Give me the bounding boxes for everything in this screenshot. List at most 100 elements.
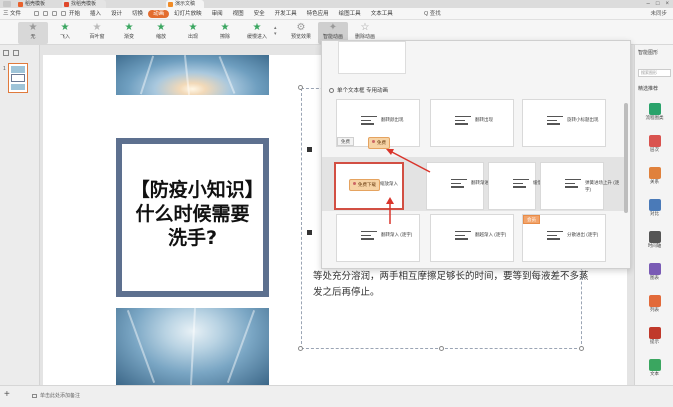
animation-effect-button-6[interactable]: ★ 擦除 <box>210 22 240 44</box>
slide-thumbnail-panel: 1 <box>0 45 40 385</box>
save-icon[interactable] <box>34 11 39 16</box>
graphic-category-icon <box>648 359 661 371</box>
text-preview-icon <box>361 231 377 243</box>
menu-item-9[interactable]: 开发工具 <box>270 10 302 18</box>
graphic-category-1[interactable]: 层次 <box>638 135 671 153</box>
text-preview-icon <box>565 179 581 191</box>
panel-scrollbar[interactable] <box>624 103 628 213</box>
animation-card-1[interactable]: 翻转出现 <box>430 99 514 147</box>
text-anchor[interactable] <box>307 230 312 235</box>
tab-documents[interactable]: 找稻壳模板 <box>62 0 106 8</box>
animation-card-title: 分散进出 (逐字) <box>567 232 599 237</box>
ice-image-top[interactable] <box>116 55 269 95</box>
graphic-category-3[interactable]: 对比 <box>638 199 671 217</box>
smart-animation-panel: 单个文本框 专用动画 翻转颜出现免费 翻转出现 旋转小标题出现缩放渐入 翻转渐进入缓慢… <box>321 40 631 269</box>
animation-card-7[interactable]: 翻转渐入 (逐字) <box>336 214 420 262</box>
graphic-category-2[interactable]: 关系 <box>638 167 671 185</box>
preview-effect-button[interactable]: ⚙ 预览效果 <box>286 22 316 44</box>
menu-item-10[interactable]: 特色应用 <box>302 10 334 18</box>
animation-effect-button-5[interactable]: ★ 出现 <box>178 22 208 44</box>
gallery-scroll-arrows[interactable]: ▴ ▾ <box>274 25 280 37</box>
text-preview-icon <box>547 116 563 128</box>
animation-card-5[interactable]: 缓慢上升 <box>488 162 551 210</box>
graphic-category-6[interactable]: 列表 <box>638 295 671 313</box>
tab-templates[interactable]: 稻壳模板 <box>16 0 58 8</box>
graphic-category-icon <box>648 199 661 211</box>
text-preview-icon <box>455 116 471 128</box>
menu-item-6[interactable]: 审阅 <box>207 10 228 18</box>
status-bar: + 单击此处添加备注 <box>0 385 673 407</box>
animation-effect-button-0[interactable]: ★ 无 <box>18 22 48 44</box>
recommend-label: 精选推荐 <box>638 86 659 92</box>
animation-effect-button-2[interactable]: ★ 百叶窗 <box>82 22 112 44</box>
notes-placeholder[interactable]: 单击此处添加备注 <box>32 392 80 399</box>
print-icon[interactable] <box>43 11 48 16</box>
outline-view-icon[interactable] <box>13 50 19 56</box>
graphic-category-icon <box>648 231 661 243</box>
graphic-category-icon <box>648 103 661 115</box>
slide-thumbnail[interactable] <box>8 63 28 93</box>
slide-body-text[interactable]: 等处充分溶润，两手相互摩擦足够长的时间，要等到每液差不多蒸发之后再停止。 <box>313 269 593 301</box>
animation-effect-button-7[interactable]: ★ 缓慢进入 <box>242 22 272 44</box>
animation-effect-button-1[interactable]: ★ 飞入 <box>50 22 80 44</box>
graphic-search-input[interactable]: 搜索图形 <box>638 69 671 77</box>
sync-status[interactable]: 未同步 <box>650 10 667 18</box>
text-anchor[interactable] <box>307 147 312 152</box>
menu-item-0[interactable]: 开始 <box>64 10 85 18</box>
animation-card-8[interactable]: 翻越渐入 (逐字) <box>430 214 514 262</box>
graphic-category-5[interactable]: 图表 <box>638 263 671 281</box>
quick-access-toolbar <box>34 11 66 16</box>
graphic-category-7[interactable]: 提示 <box>638 327 671 345</box>
graphic-category-0[interactable]: 流程图类 <box>638 103 671 121</box>
resize-handle[interactable] <box>298 346 303 351</box>
crown-icon <box>372 140 375 143</box>
menu-item-4[interactable]: 动画 <box>148 10 170 18</box>
menu-item-11[interactable]: 绘图工具 <box>334 10 366 18</box>
animation-effect-button-4[interactable]: ★ 缩放 <box>146 22 176 44</box>
presentation-icon <box>168 2 173 7</box>
star-icon: ★ <box>92 22 102 33</box>
thumbnail-view-icon[interactable] <box>3 50 9 56</box>
animation-card-9[interactable]: 分散进出 (逐字) 会员 <box>522 214 606 262</box>
animation-effect-button-3[interactable]: ★ 渐变 <box>114 22 144 44</box>
close-icon[interactable]: × <box>665 0 669 8</box>
document-icon <box>64 2 69 7</box>
menu-item-2[interactable]: 设计 <box>106 10 127 18</box>
section-title: 单个文本框 专用动画 <box>329 87 388 95</box>
delete-animation-icon: ☆ <box>360 22 370 33</box>
animation-card-6[interactable]: 弹簧进场上升 (逐字) <box>540 162 619 210</box>
resize-handle[interactable] <box>439 346 444 351</box>
add-slide-icon[interactable]: + <box>4 389 10 400</box>
free-download-button[interactable]: 免费下载 <box>349 179 380 191</box>
undo-icon[interactable] <box>52 11 57 16</box>
ice-image-bottom[interactable] <box>116 308 269 385</box>
graphic-category-8[interactable]: 文本 <box>638 359 671 377</box>
menu-item-12[interactable]: 文本工具 <box>366 10 398 18</box>
slide-title[interactable]: 【防疫小知识】什么时候需要洗手? <box>130 178 255 250</box>
animation-card-4[interactable]: 翻转渐进入 <box>426 162 494 210</box>
menu-item-7[interactable]: 视图 <box>228 10 249 18</box>
menu-item-8[interactable]: 安全 <box>249 10 270 18</box>
menu-item-5[interactable]: 幻灯片放映 <box>169 10 207 18</box>
text-preview-icon <box>451 179 467 191</box>
graphic-category-4[interactable]: 时间轴 <box>638 231 671 249</box>
minimize-icon[interactable]: – <box>647 0 650 8</box>
home-icon[interactable] <box>3 1 11 7</box>
resize-handle[interactable] <box>298 85 303 90</box>
title-frame[interactable]: 【防疫小知识】什么时候需要洗手? <box>116 138 269 297</box>
star-icon: ★ <box>124 22 134 33</box>
menu-item-1[interactable]: 插入 <box>85 10 106 18</box>
maximize-icon[interactable]: □ <box>656 0 660 8</box>
text-preview-icon <box>361 116 377 128</box>
animation-card-title: 弹簧进场上升 (逐字) <box>585 180 620 192</box>
resize-handle[interactable] <box>579 346 584 351</box>
smart-graphics-panel: 智能图形 搜索图形 精选推荐 流程图类 层次 关系 对比 时间轴 图表 列表 提示 文本 <box>634 45 673 385</box>
animation-card-top[interactable] <box>338 41 406 74</box>
tab-active-presentation[interactable]: 演示文稿 <box>166 0 204 8</box>
menu-search[interactable]: Q 查找 <box>424 10 441 18</box>
star-icon: ★ <box>28 22 38 33</box>
file-menu[interactable]: 三 文件 <box>3 10 21 18</box>
star-icon: ★ <box>220 22 230 33</box>
animation-card-2[interactable]: 旋转小标题出现 <box>522 99 606 147</box>
menu-item-3[interactable]: 切换 <box>127 10 148 18</box>
